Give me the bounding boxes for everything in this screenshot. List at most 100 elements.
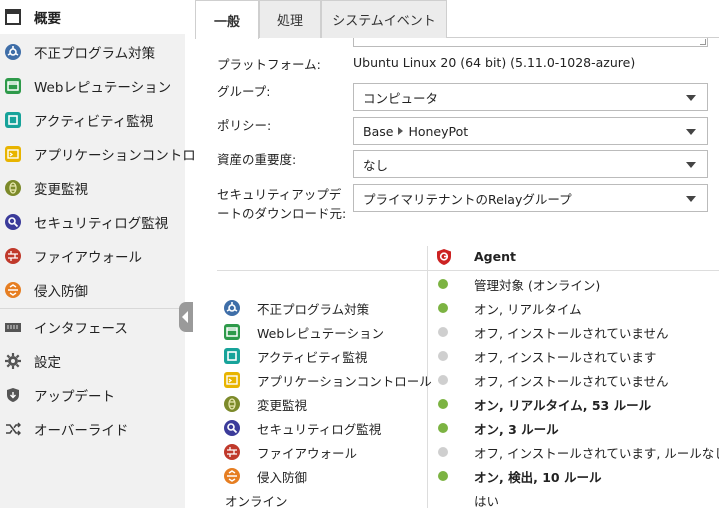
status-dot [438, 447, 448, 457]
feature-label: アクティビティ監視 [257, 349, 368, 365]
tab-general[interactable]: 一般 [195, 0, 259, 39]
sidebar-collapse-handle[interactable] [179, 302, 193, 332]
status-dot [438, 471, 448, 481]
log-inspection-icon [5, 214, 21, 230]
feature-status-text: オン, リアルタイム [474, 301, 582, 317]
activity-monitoring-icon [5, 112, 21, 128]
sidebar-item-application-control[interactable]: アプリケーションコントロール [0, 137, 223, 171]
feature-label: ファイアウォール [257, 445, 358, 461]
agent-status-text: 管理対象 (オンライン) [474, 277, 601, 293]
feature-label: セキュリティログ監視 [257, 421, 382, 437]
policy-label: ポリシー: [217, 118, 272, 133]
chevron-down-icon [686, 129, 696, 135]
feature-label: Webレピュテーション [257, 325, 385, 341]
sidebar-item-label: ファイアウォール [34, 250, 142, 266]
sidebar-item-overview[interactable]: 概要 [0, 0, 185, 34]
application-control-icon [5, 146, 21, 162]
sidebar-item-label: Webレピュテーション [34, 80, 172, 96]
sidebar-item-web-reputation[interactable]: Webレピュテーション [0, 69, 185, 103]
feature-status-text: オン, 検出, 10 ルール [474, 469, 602, 485]
online-value: はい [474, 494, 500, 508]
platform-value: Ubuntu Linux 20 (64 bit) (5.11.0-1028-az… [353, 55, 636, 70]
update-source-select-value: プライマリテナントのRelayグループ [363, 191, 572, 207]
integrity-monitoring-icon [5, 180, 21, 196]
feature-status-text: オフ, インストールされていません [474, 373, 669, 389]
sidebar-divider [0, 308, 185, 309]
sidebar-item-integrity-monitoring[interactable]: 変更監視 [0, 171, 185, 205]
status-dot [438, 351, 448, 361]
anti-malware-icon [5, 44, 21, 60]
sidebar-item-activity-monitoring[interactable]: アクティビティ監視 [0, 103, 185, 137]
criticality-label: 資産の重要度: [217, 152, 297, 167]
chevron-down-icon [686, 196, 696, 202]
firewall-icon [5, 248, 21, 264]
resize-grip-icon[interactable] [700, 39, 706, 45]
application-control-icon [224, 372, 240, 388]
sidebar-item-updates[interactable]: アップデート [0, 378, 185, 412]
updates-icon [5, 387, 21, 403]
feature-status-text: オン, 3 ルール [474, 421, 559, 437]
breadcrumb-arrow-icon [398, 127, 404, 135]
table-divider [217, 270, 719, 271]
group-select[interactable]: コンピュータ [353, 83, 708, 111]
intrusion-prevention-icon [224, 468, 240, 484]
sidebar-item-settings[interactable]: 設定 [0, 344, 185, 378]
feature-status-text: オフ, インストールされていません [474, 325, 669, 341]
feature-status-text: オフ, インストールされています, ルールなし [474, 445, 719, 461]
web-reputation-icon [224, 324, 240, 340]
policy-parent: Base [363, 123, 394, 139]
integrity-monitoring-icon [224, 396, 240, 412]
agent-header: Agent [474, 249, 516, 264]
activity-monitoring-icon [224, 348, 240, 364]
agent-shield-icon [436, 249, 452, 265]
status-dot [438, 279, 448, 289]
sidebar-item-interfaces[interactable]: インタフェース [0, 310, 185, 344]
update-source-select[interactable]: プライマリテナントのRelayグループ [353, 184, 708, 212]
sidebar-item-anti-malware[interactable]: 不正プログラム対策 [0, 35, 185, 69]
feature-status-text: オン, リアルタイム, 53 ルール [474, 397, 652, 413]
policy-child: HoneyPot [408, 123, 469, 139]
feature-label: 不正プログラム対策 [257, 301, 370, 317]
group-select-value: コンピュータ [363, 90, 439, 106]
intrusion-prevention-icon [5, 282, 21, 298]
tab-system-events[interactable]: システムイベント [321, 0, 447, 38]
sidebar-item-label: セキュリティログ監視 [34, 216, 169, 232]
sidebar-item-label: アクティビティ監視 [34, 114, 154, 130]
platform-label: プラットフォーム: [217, 57, 321, 72]
chevron-down-icon [686, 162, 696, 168]
sidebar-item-label: インタフェース [34, 321, 128, 337]
sidebar-item-overrides[interactable]: オーバーライド [0, 412, 185, 446]
sidebar-item-firewall[interactable]: ファイアウォール [0, 239, 185, 273]
firewall-icon [224, 444, 240, 460]
web-reputation-icon [5, 78, 21, 94]
overrides-icon [5, 421, 21, 437]
sidebar-item-label: 概要 [34, 11, 61, 27]
status-dot [438, 423, 448, 433]
anti-malware-icon [224, 300, 240, 316]
status-dot [438, 303, 448, 313]
status-dot [438, 399, 448, 409]
sidebar-item-intrusion-prevention[interactable]: 侵入防御 [0, 273, 185, 307]
sidebar-item-label: 侵入防御 [34, 284, 88, 300]
feature-label: 侵入防御 [257, 469, 308, 485]
main-panel: 一般 処理 システムイベント プラットフォーム: Ubuntu Linux 20… [195, 0, 719, 508]
feature-status-text: オフ, インストールされています [474, 349, 657, 365]
status-dot [438, 327, 448, 337]
sidebar-item-log-inspection[interactable]: セキュリティログ監視 [0, 205, 185, 239]
sidebar-item-label: 変更監視 [34, 182, 88, 198]
feature-label: 変更監視 [257, 397, 308, 413]
online-label: オンライン [225, 494, 288, 508]
policy-select[interactable]: Base HoneyPot [353, 117, 708, 145]
sidebar-item-label: 不正プログラム対策 [34, 46, 156, 62]
sidebar-item-label: アップデート [34, 389, 115, 405]
sidebar-item-label: 設定 [34, 355, 61, 371]
group-label: グループ: [217, 84, 271, 99]
sidebar-item-label: オーバーライド [34, 423, 129, 439]
description-textarea[interactable] [353, 38, 708, 47]
feature-label: アプリケーションコントロール [257, 373, 432, 389]
tab-actions[interactable]: 処理 [259, 0, 321, 38]
update-source-label: セキュリティアップデ ートのダウンロード元: [217, 187, 347, 221]
overview-icon [5, 9, 21, 25]
status-dot [438, 375, 448, 385]
criticality-select[interactable]: なし [353, 150, 708, 178]
